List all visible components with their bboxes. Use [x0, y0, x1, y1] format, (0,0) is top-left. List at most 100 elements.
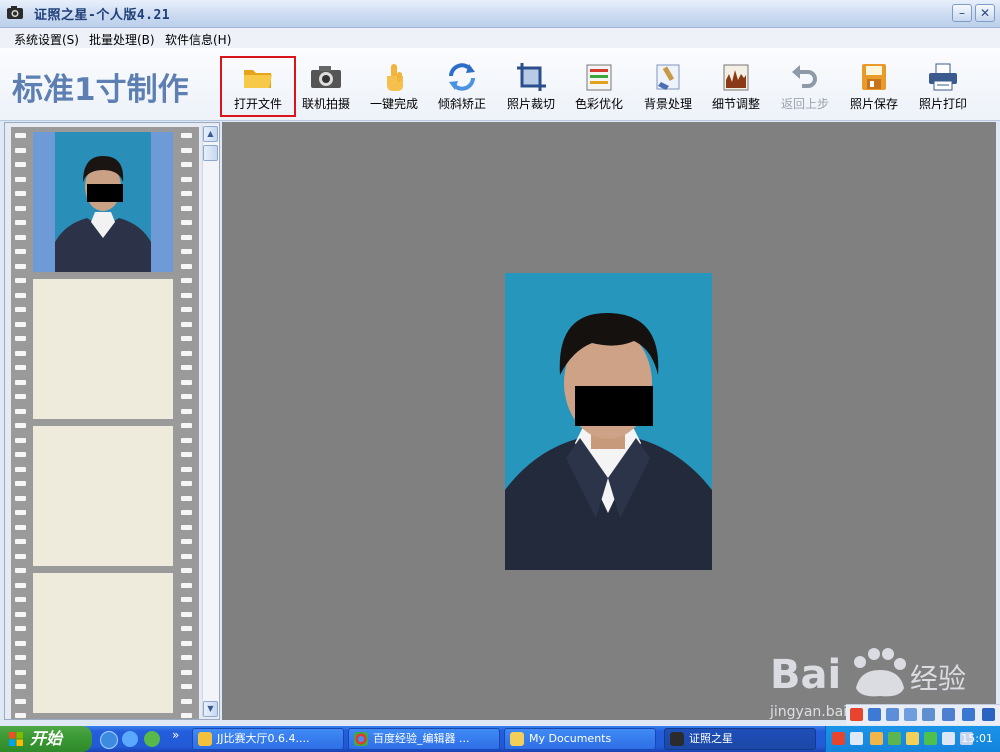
photo-canvas: Bai 经验 jingyan.baidu.com: [222, 122, 996, 720]
input-method-icon[interactable]: [868, 708, 881, 721]
film-perforation: [181, 263, 192, 269]
scroll-down-button[interactable]: ▼: [203, 701, 218, 717]
color-optimize-button[interactable]: 色彩优化: [565, 58, 633, 116]
qq-icon[interactable]: [870, 732, 883, 745]
film-perforation: [15, 394, 26, 399]
settings-icon[interactable]: [982, 708, 995, 721]
app-camera-icon: [7, 6, 23, 19]
chevron-left-icon[interactable]: [850, 732, 863, 745]
thumbnail-photo: [55, 132, 151, 272]
security-icon[interactable]: [906, 732, 919, 745]
background-process-button[interactable]: 背景处理: [634, 58, 702, 116]
task-jj-lobby[interactable]: JJ比赛大厅0.6.4....: [192, 728, 344, 750]
film-perforation: [181, 176, 192, 182]
title-bar: 证照之星-个人版4.21 – ✕: [0, 0, 1000, 28]
network-icon[interactable]: [888, 732, 901, 745]
film-perforation: [181, 626, 192, 631]
film-perforation: [15, 597, 26, 602]
film-perforations-right: [181, 127, 193, 719]
thumbnail-frame-1[interactable]: [33, 132, 173, 272]
film-perforation: [15, 176, 26, 182]
film-perforation: [15, 278, 26, 283]
volume-icon[interactable]: [942, 732, 955, 745]
film-perforation: [181, 713, 192, 718]
film-perforation: [181, 205, 192, 211]
system-tray: 15:01: [825, 726, 1000, 752]
quicklaunch-overflow[interactable]: »: [172, 728, 179, 742]
film-perforation: [15, 582, 26, 588]
close-button[interactable]: ✕: [975, 4, 995, 22]
start-button[interactable]: 开始: [0, 726, 92, 752]
film-perforation: [15, 408, 26, 414]
main-photo[interactable]: [505, 273, 712, 570]
sogou-icon[interactable]: [850, 708, 863, 721]
film-perforation: [15, 350, 26, 356]
histogram-icon: [723, 64, 749, 91]
film-perforation: [15, 321, 26, 327]
detail-adjust-button[interactable]: 细节调整: [702, 58, 770, 116]
arrow-up-icon[interactable]: [962, 708, 975, 721]
film-perforation: [15, 263, 26, 269]
keyboard-icon[interactable]: [922, 708, 935, 721]
open-file-button[interactable]: 打开文件: [220, 56, 296, 117]
punctuation-icon[interactable]: [904, 708, 917, 721]
undo-button[interactable]: 返回上步: [771, 58, 839, 116]
film-perforation: [15, 713, 26, 718]
shield-icon[interactable]: [924, 732, 937, 745]
ie-icon[interactable]: [100, 731, 118, 749]
film-perforation: [181, 162, 192, 167]
print-photo-button[interactable]: 照片打印: [909, 58, 977, 116]
film-perforation: [181, 408, 192, 414]
film-perforation: [15, 568, 26, 573]
film-perforation: [15, 510, 26, 515]
tool-label: 一键完成: [369, 97, 418, 111]
thumbnail-frame-3[interactable]: [33, 426, 173, 566]
task-zhengzhao-app[interactable]: 证照之星: [664, 728, 816, 750]
camera-app-icon: [670, 732, 684, 746]
task-my-documents[interactable]: My Documents: [504, 728, 656, 750]
tilt-correct-button[interactable]: 倾斜矫正: [428, 58, 496, 116]
film-strip-scrollbar[interactable]: ▲ ▼: [202, 125, 219, 717]
film-perforation: [15, 220, 26, 225]
360-browser-icon[interactable]: [144, 731, 160, 747]
film-perforation: [181, 191, 192, 196]
menu-batch-processing[interactable]: 批量处理(B): [89, 31, 155, 48]
film-perforation: [15, 626, 26, 631]
film-perforation: [15, 524, 26, 530]
film-perforation: [181, 234, 192, 240]
toolbar: 标准1寸制作 打开文件 联机拍摄 一键完成 倾斜矫正 照片裁切 色彩优化 背景处…: [0, 48, 1000, 121]
start-label: 开始: [30, 729, 63, 748]
folder-icon: [510, 732, 524, 746]
task-label: My Documents: [529, 732, 612, 745]
film-strip: [11, 127, 199, 719]
task-baidu-editor[interactable]: 百度经验_编辑器 ...: [348, 728, 500, 750]
film-perforation: [15, 379, 26, 385]
camera-capture-button[interactable]: 联机拍摄: [292, 58, 360, 116]
moon-icon[interactable]: [886, 708, 899, 721]
one-click-button[interactable]: 一键完成: [360, 58, 428, 116]
film-perforations-left: [15, 127, 27, 719]
film-perforation: [181, 321, 192, 327]
menu-software-info[interactable]: 软件信息(H): [165, 31, 231, 48]
scroll-up-button[interactable]: ▲: [203, 126, 218, 142]
thumbnail-frame-4[interactable]: [33, 573, 173, 713]
save-photo-button[interactable]: 照片保存: [840, 58, 908, 116]
film-perforation: [181, 466, 192, 472]
scroll-thumb[interactable]: [203, 145, 218, 161]
film-perforation: [181, 495, 192, 501]
film-perforation: [15, 423, 26, 428]
film-perforation: [15, 365, 26, 370]
hand-click-icon: [387, 64, 403, 91]
tool-label: 打开文件: [233, 97, 282, 111]
browser-icon[interactable]: [122, 731, 138, 747]
camera-icon: [311, 66, 341, 88]
film-perforation: [15, 539, 26, 544]
tools-icon[interactable]: [942, 708, 955, 721]
menu-system-settings[interactable]: 系统设置(S): [14, 31, 79, 48]
minimize-button[interactable]: –: [952, 4, 972, 22]
thumbnail-frame-2[interactable]: [33, 279, 173, 419]
sogou-tray-icon[interactable]: [832, 732, 845, 745]
crop-button[interactable]: 照片裁切: [497, 58, 565, 116]
film-perforation: [15, 452, 26, 457]
film-perforation: [181, 278, 192, 283]
